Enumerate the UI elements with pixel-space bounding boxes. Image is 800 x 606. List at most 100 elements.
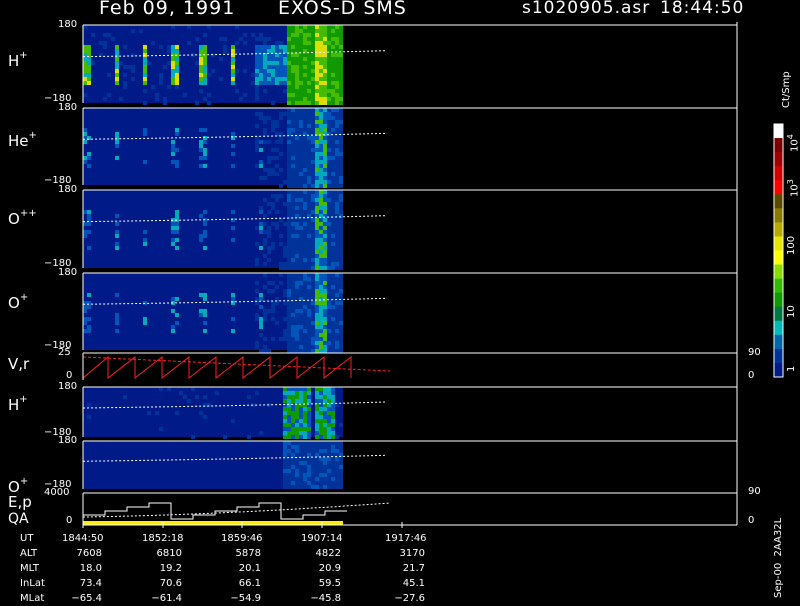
heatmap-cell	[315, 136, 319, 140]
heatmap-cell	[299, 194, 303, 198]
heatmap-cell	[303, 477, 307, 481]
heatmap-cell	[331, 435, 335, 439]
ephem-value-alt: 7608	[76, 548, 102, 559]
heatmap-cell	[335, 469, 339, 473]
heatmap-cell	[323, 116, 327, 120]
ephem-value-mlt: 18.0	[79, 563, 102, 574]
heatmap-cell	[295, 194, 299, 198]
heatmap-cell	[303, 277, 307, 281]
heatmap-cell	[263, 37, 267, 41]
heatmap-cell	[327, 69, 331, 73]
colorbar-label-0: 104	[786, 134, 800, 152]
heatmap-cell	[323, 218, 327, 222]
heatmap-cell	[175, 57, 179, 61]
heatmap-cell	[279, 234, 283, 238]
heatmap-cell	[295, 427, 299, 431]
heatmap-cell	[283, 453, 287, 457]
heatmap-cell	[295, 33, 299, 37]
heatmap-cell	[327, 108, 331, 112]
heatmap-cell	[291, 25, 295, 29]
heatmap-cell	[339, 148, 343, 152]
heatmap-cell	[175, 210, 179, 214]
heatmap-cell	[331, 254, 335, 258]
heatmap-cell	[323, 477, 327, 481]
heatmap-cell	[323, 198, 327, 202]
heatmap-cell	[275, 148, 279, 152]
heatmap-cell	[295, 210, 299, 214]
heatmap-cell	[335, 168, 339, 172]
heatmap-cell	[295, 160, 299, 164]
heatmap-cell	[327, 481, 331, 485]
heatmap-cell	[327, 473, 331, 477]
heatmap-cell	[199, 411, 203, 415]
heatmap-cell	[319, 305, 323, 309]
heatmap-cell	[207, 25, 211, 29]
heatmap-cell	[335, 25, 339, 29]
heatmap-cell	[103, 33, 107, 37]
heatmap-cell	[171, 152, 175, 156]
heatmap-cell	[327, 289, 331, 293]
heatmap-cell	[339, 281, 343, 285]
heatmap-cell	[279, 61, 283, 65]
heatmap-cell	[339, 262, 343, 266]
heatmap-cell	[331, 156, 335, 160]
heatmap-cell	[331, 407, 335, 411]
heatmap-cell	[271, 148, 275, 152]
heatmap-cell	[327, 176, 331, 180]
heatmap-cell	[303, 399, 307, 403]
heatmap-cell	[267, 246, 271, 250]
heatmap-cell	[307, 156, 311, 160]
heatmap-cell	[283, 317, 287, 321]
heatmap-cell	[115, 61, 119, 65]
heatmap-cell	[175, 128, 179, 132]
heatmap-cell	[307, 485, 311, 489]
heatmap-cell	[103, 45, 107, 49]
heatmap-cell	[267, 349, 271, 353]
heatmap-cell	[327, 345, 331, 349]
heatmap-cell	[339, 441, 343, 445]
heatmap-cell	[291, 321, 295, 325]
heatmap-cell	[307, 25, 311, 29]
heatmap-cell	[291, 449, 295, 453]
heatmap-cell	[291, 176, 295, 180]
heatmap-cell	[199, 156, 203, 160]
heatmap-cell	[331, 116, 335, 120]
heatmap-cell	[299, 415, 303, 419]
heatmap-cell	[287, 453, 291, 457]
heatmap-cell	[339, 277, 343, 281]
heatmap-cell	[283, 65, 287, 69]
heatmap-cell	[335, 301, 339, 305]
heatmap-cell	[271, 242, 275, 246]
heatmap-cell	[315, 152, 319, 156]
heatmap-cell	[231, 152, 235, 156]
heatmap-cell	[315, 164, 319, 168]
heatmap-cell	[163, 97, 167, 101]
heatmap-cell	[283, 441, 287, 445]
heatmap-cell	[319, 301, 323, 305]
heatmap-cell	[203, 77, 207, 81]
heatmap-cell	[267, 73, 271, 77]
heatmap-cell	[311, 140, 315, 144]
heatmap-cell	[295, 391, 299, 395]
heatmap-cell	[263, 262, 267, 266]
heatmap-cell	[311, 266, 315, 270]
heatmap-cell	[299, 266, 303, 270]
heatmap-cell	[83, 45, 87, 49]
colorbar-segment	[774, 124, 783, 139]
heatmap-cell	[283, 465, 287, 469]
heatmap-cell	[263, 317, 267, 321]
heatmap-cell	[283, 301, 287, 305]
heatmap-cell	[291, 301, 295, 305]
heatmap-cell	[263, 77, 267, 81]
heatmap-cell	[299, 465, 303, 469]
heatmap-cell	[319, 37, 323, 41]
heatmap-cell	[143, 73, 147, 77]
heatmap-cell	[327, 45, 331, 49]
heatmap-cell	[287, 246, 291, 250]
heatmap-cell	[319, 419, 323, 423]
colorbar-segment	[774, 166, 783, 181]
heatmap-cell	[299, 148, 303, 152]
heatmap-cell	[287, 313, 291, 317]
heatmap-cell	[303, 61, 307, 65]
heatmap-cell	[271, 305, 275, 309]
